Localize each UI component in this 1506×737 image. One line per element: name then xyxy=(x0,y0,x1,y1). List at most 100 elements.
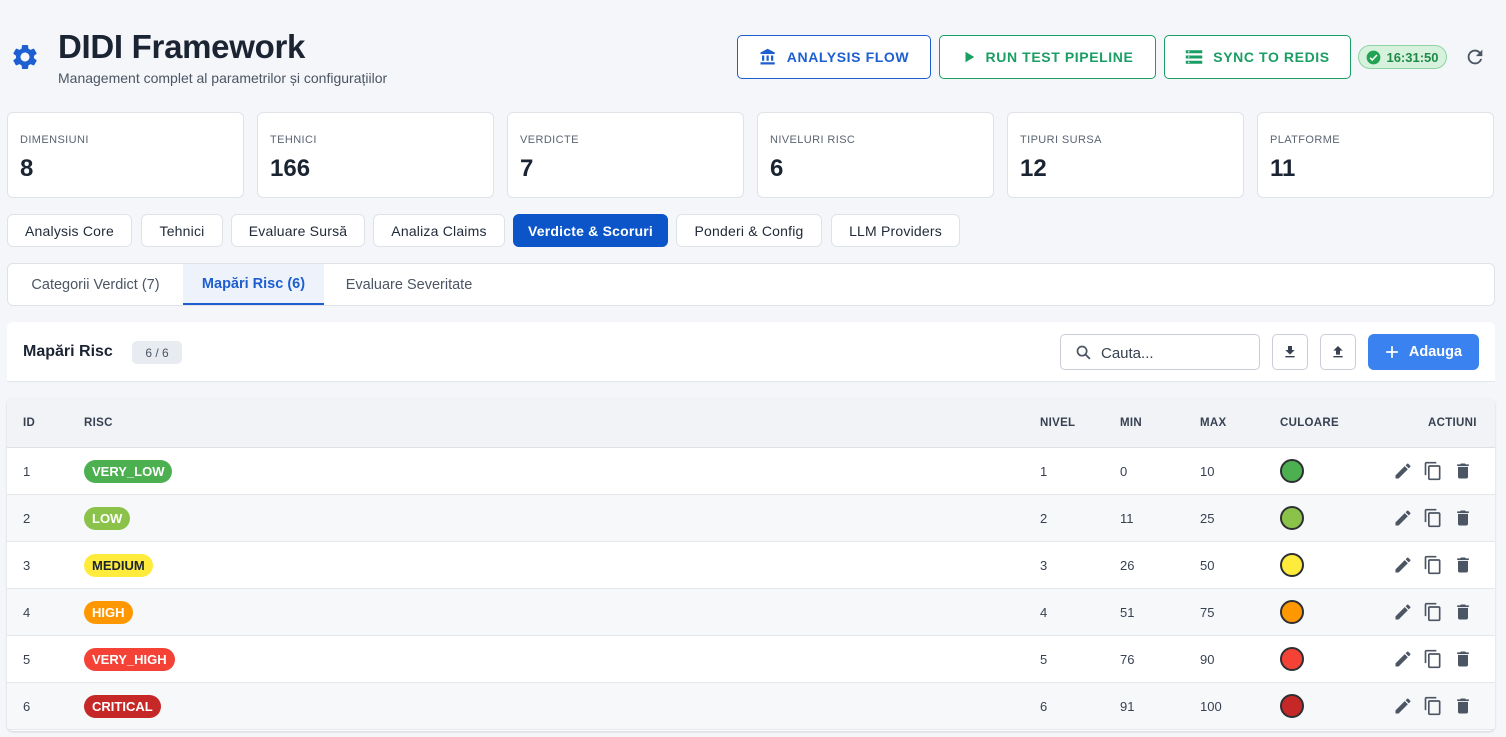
gear-icon xyxy=(13,44,37,69)
col-header-min[interactable]: MIN xyxy=(1120,417,1142,429)
cell-min: 11 xyxy=(1120,511,1134,526)
plus-icon xyxy=(1386,346,1398,358)
upload-button[interactable] xyxy=(1320,334,1356,370)
stat-label: NIVELURI RISC xyxy=(770,134,856,146)
subtab-categorii-verdict[interactable]: Categorii Verdict (7) xyxy=(8,264,183,305)
color-swatch xyxy=(1280,647,1304,671)
page-title: DIDI Framework xyxy=(58,28,306,65)
col-header-risc[interactable]: RISC xyxy=(84,417,113,429)
cell-id: 6 xyxy=(23,699,31,714)
page-header: DIDI Framework Management complet al par… xyxy=(0,0,1506,100)
stat-value: 11 xyxy=(1270,155,1296,182)
cell-id: 2 xyxy=(23,511,31,526)
stat-label: VERDICTE xyxy=(520,134,579,146)
cell-id: 5 xyxy=(23,652,31,667)
run-test-pipeline-button[interactable]: RUN TEST PIPELINE xyxy=(939,35,1156,79)
add-button[interactable]: Adauga xyxy=(1368,334,1479,370)
cell-min: 76 xyxy=(1120,652,1135,667)
tab-ponderi-config[interactable]: Ponderi & Config xyxy=(676,214,822,247)
cell-min: 51 xyxy=(1120,605,1135,620)
risk-badge: MEDIUM xyxy=(84,554,153,577)
tab-tehnici[interactable]: Tehnici xyxy=(141,214,223,247)
col-header-max[interactable]: MAX xyxy=(1200,417,1226,429)
sync-to-redis-button[interactable]: SYNC TO REDIS xyxy=(1164,35,1351,79)
refresh-icon[interactable] xyxy=(1464,46,1486,68)
edit-icon[interactable] xyxy=(1393,696,1413,716)
download-icon xyxy=(1285,346,1295,358)
copy-icon[interactable] xyxy=(1423,508,1443,528)
search-box[interactable] xyxy=(1060,334,1260,370)
table-row: 4 HIGH 4 51 75 xyxy=(7,589,1495,636)
analysis-flow-button[interactable]: ANALYSIS FLOW xyxy=(737,35,931,79)
list-icon xyxy=(1186,50,1203,64)
table-row: 2 LOW 2 11 25 xyxy=(7,495,1495,542)
cell-min: 0 xyxy=(1120,464,1128,479)
edit-icon[interactable] xyxy=(1393,602,1413,622)
cell-max: 100 xyxy=(1200,699,1222,714)
stat-card-tipuri-sursa: TIPURI SURSA 12 xyxy=(1007,112,1244,198)
copy-icon[interactable] xyxy=(1423,555,1443,575)
delete-icon[interactable] xyxy=(1453,508,1473,528)
stat-value: 12 xyxy=(1020,155,1047,182)
table-row: 3 MEDIUM 3 26 50 xyxy=(7,542,1495,589)
delete-icon[interactable] xyxy=(1453,602,1473,622)
col-header-id[interactable]: ID xyxy=(23,417,35,429)
col-header-culoare[interactable]: CULOARE xyxy=(1280,417,1339,429)
subtab-mapari-risc[interactable]: Mapări Risc (6) xyxy=(183,264,324,305)
tab-analysis-core[interactable]: Analysis Core xyxy=(7,214,132,247)
risk-badge: CRITICAL xyxy=(84,695,161,718)
cell-nivel: 5 xyxy=(1040,652,1048,667)
color-swatch xyxy=(1280,506,1304,530)
delete-icon[interactable] xyxy=(1453,555,1473,575)
stat-value: 6 xyxy=(770,155,784,182)
bank-icon xyxy=(760,48,775,65)
sync-to-redis-label: SYNC TO REDIS xyxy=(1213,49,1330,65)
edit-icon[interactable] xyxy=(1393,508,1413,528)
risk-badge: VERY_LOW xyxy=(84,460,173,483)
check-circle-icon xyxy=(1367,50,1381,64)
delete-icon[interactable] xyxy=(1453,461,1473,481)
copy-icon[interactable] xyxy=(1423,461,1443,481)
cell-nivel: 2 xyxy=(1040,511,1048,526)
col-header-nivel[interactable]: NIVEL xyxy=(1040,417,1075,429)
play-icon xyxy=(965,51,974,63)
download-button[interactable] xyxy=(1272,334,1308,370)
copy-icon[interactable] xyxy=(1423,649,1443,669)
edit-icon[interactable] xyxy=(1393,649,1413,669)
status-time-badge: 16:31:50 xyxy=(1358,45,1447,69)
copy-icon[interactable] xyxy=(1423,602,1443,622)
table-toolbar: Mapări Risc 6 / 6 Adauga xyxy=(7,322,1495,382)
stat-value: 7 xyxy=(520,155,534,182)
stat-label: PLATFORME xyxy=(1270,134,1341,146)
delete-icon[interactable] xyxy=(1453,696,1473,716)
edit-icon[interactable] xyxy=(1393,461,1413,481)
cell-id: 4 xyxy=(23,605,31,620)
search-input[interactable] xyxy=(1101,342,1251,364)
tab-analiza-claims[interactable]: Analiza Claims xyxy=(373,214,505,247)
copy-icon[interactable] xyxy=(1423,696,1443,716)
sub-tab-bar: Categorii Verdict (7) Mapări Risc (6) Ev… xyxy=(7,263,1495,306)
subtab-evaluare-severitate[interactable]: Evaluare Severitate xyxy=(324,264,494,305)
risk-mapping-table: ID RISC NIVEL MIN MAX CULOARE ACTIUNI 1 … xyxy=(7,398,1495,731)
section-title: Mapări Risc xyxy=(23,343,113,360)
table-header: ID RISC NIVEL MIN MAX CULOARE ACTIUNI xyxy=(7,398,1495,448)
risk-badge: HIGH xyxy=(84,601,133,624)
stat-card-niveluri-risc: NIVELURI RISC 6 xyxy=(757,112,994,198)
risk-badge: LOW xyxy=(84,507,131,530)
cell-max: 75 xyxy=(1200,605,1215,620)
delete-icon[interactable] xyxy=(1453,649,1473,669)
tab-evaluare-sursa[interactable]: Evaluare Sursă xyxy=(231,214,365,247)
stat-value: 8 xyxy=(20,155,34,182)
cell-nivel: 4 xyxy=(1040,605,1048,620)
tab-llm-providers[interactable]: LLM Providers xyxy=(831,214,960,247)
cell-nivel: 1 xyxy=(1040,464,1048,479)
stat-card-verdicte: VERDICTE 7 xyxy=(507,112,744,198)
upload-icon xyxy=(1333,346,1343,358)
run-test-pipeline-label: RUN TEST PIPELINE xyxy=(985,49,1134,65)
cell-max: 25 xyxy=(1200,511,1215,526)
stat-label: TEHNICI xyxy=(270,134,317,146)
cell-id: 3 xyxy=(23,558,31,573)
tab-verdicte-scoruri[interactable]: Verdicte & Scoruri xyxy=(513,214,668,247)
color-swatch xyxy=(1280,553,1304,577)
edit-icon[interactable] xyxy=(1393,555,1413,575)
